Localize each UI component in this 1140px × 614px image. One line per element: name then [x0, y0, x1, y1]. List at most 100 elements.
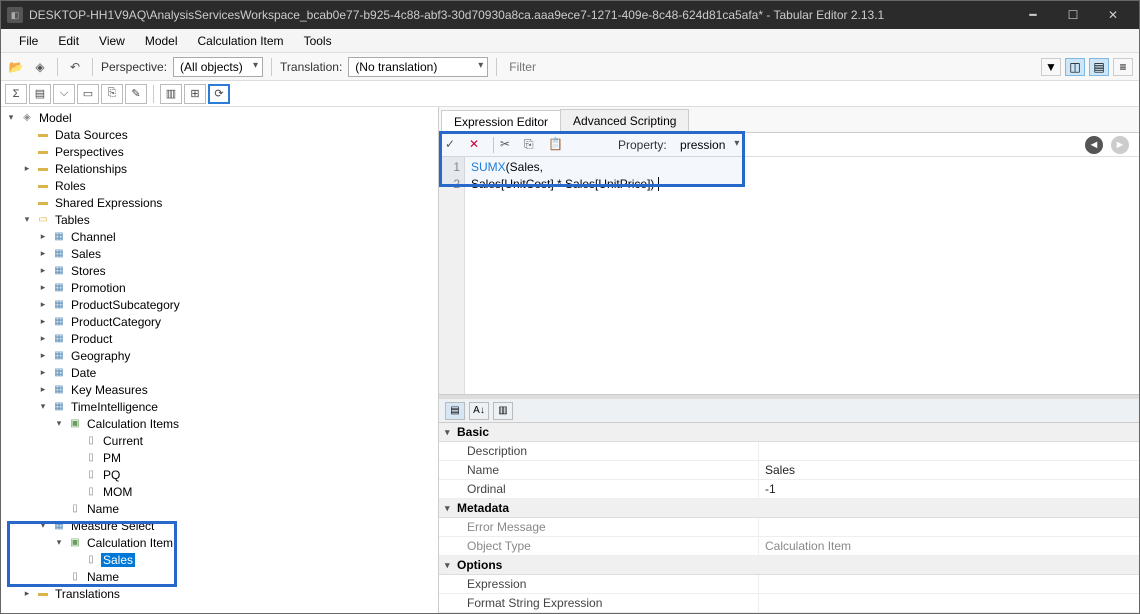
accept-icon[interactable]: ✓ — [445, 137, 463, 153]
perspective-label: Perspective: — [101, 60, 167, 74]
tab-advanced-scripting[interactable]: Advanced Scripting — [560, 109, 689, 132]
tree-datasources[interactable]: ▬Data Sources — [1, 126, 438, 143]
tree-calcitem-pq[interactable]: ▯PQ — [1, 466, 438, 483]
tree-table-sales[interactable]: ▸▦Sales — [1, 245, 438, 262]
view-detail-icon[interactable]: ▤ — [1089, 58, 1109, 76]
table-icon: ▦ — [51, 247, 67, 261]
view-side-icon[interactable]: ◫ — [1065, 58, 1085, 76]
code-content[interactable]: SUMX(Sales, Sales[UnitCost] * Sales[Unit… — [465, 157, 665, 394]
menu-calculation-item[interactable]: Calculation Item — [188, 31, 294, 51]
tree-roles[interactable]: ▬Roles — [1, 177, 438, 194]
tab-expression-editor[interactable]: Expression Editor — [441, 110, 561, 133]
tb-columns-icon[interactable]: ▥ — [160, 84, 182, 104]
prop-alpha-icon[interactable]: A↓ — [469, 402, 489, 420]
deploy-icon[interactable]: ◈ — [31, 58, 49, 76]
editor-tabs: Expression Editor Advanced Scripting — [439, 107, 1139, 133]
tree-name-col2[interactable]: ▯Name — [1, 568, 438, 585]
folder-icon: ▬ — [35, 179, 51, 193]
tree-table-timeintelligence[interactable]: ▾▦TimeIntelligence — [1, 398, 438, 415]
filter-icon[interactable]: ▼ — [1041, 58, 1061, 76]
nav-back-icon[interactable]: ◄ — [1085, 136, 1103, 154]
menu-file[interactable]: File — [9, 31, 48, 51]
tree-model[interactable]: ▾◈Model — [1, 109, 438, 126]
translation-label: Translation: — [280, 60, 342, 74]
prop-ordinal[interactable]: Ordinal-1 — [439, 480, 1139, 499]
tree-translations[interactable]: ▸▬Translations — [1, 585, 438, 602]
tree-sales-calcitem[interactable]: ▯Sales — [1, 551, 438, 568]
close-button[interactable]: ✕ — [1093, 1, 1133, 29]
prop-categorized-icon[interactable]: ▤ — [445, 402, 465, 420]
menu-edit[interactable]: Edit — [48, 31, 89, 51]
tree-measure-select[interactable]: ▾▦Measure Select — [1, 517, 438, 534]
nav-forward-icon[interactable]: ► — [1111, 136, 1129, 154]
tree-relationships[interactable]: ▸▬Relationships — [1, 160, 438, 177]
table-icon: ▦ — [51, 281, 67, 295]
prop-formatstr[interactable]: Format String Expression — [439, 594, 1139, 613]
table-icon: ▦ — [51, 332, 67, 346]
prop-expression[interactable]: Expression — [439, 575, 1139, 594]
tb-refresh-icon[interactable]: ⟳ — [208, 84, 230, 104]
prop-cat-basic[interactable]: ▾Basic — [439, 423, 1139, 442]
tree-calcitem-current[interactable]: ▯Current — [1, 432, 438, 449]
menu-view[interactable]: View — [89, 31, 135, 51]
prop-cat-options[interactable]: ▾Options — [439, 556, 1139, 575]
line-gutter: 12 — [439, 157, 465, 394]
tree-tables[interactable]: ▾▭Tables — [1, 211, 438, 228]
prop-objtype: Object TypeCalculation Item — [439, 537, 1139, 556]
tree-table-stores[interactable]: ▸▦Stores — [1, 262, 438, 279]
tree-table-geography[interactable]: ▸▦Geography — [1, 347, 438, 364]
paste-icon[interactable]: 📋 — [548, 137, 566, 153]
menu-model[interactable]: Model — [135, 31, 188, 51]
table-icon: ▦ — [51, 230, 67, 244]
tree-sharedexpr[interactable]: ▬Shared Expressions — [1, 194, 438, 211]
prop-description[interactable]: Description — [439, 442, 1139, 461]
code-editor[interactable]: 12 SUMX(Sales, Sales[UnitCost] * Sales[U… — [439, 157, 1139, 395]
tb-copy-icon[interactable]: ⎘ — [101, 84, 123, 104]
tb-list-icon[interactable]: ▤ — [29, 84, 51, 104]
table-icon: ▦ — [51, 298, 67, 312]
cut-icon[interactable]: ✂ — [500, 137, 518, 153]
tree-table-date[interactable]: ▸▦Date — [1, 364, 438, 381]
tree-table-product[interactable]: ▸▦Product — [1, 330, 438, 347]
tb-expand-icon[interactable]: ⊞ — [184, 84, 206, 104]
open-file-icon[interactable]: 📂 — [7, 58, 25, 76]
main-toolbar: 📂 ◈ ↶ Perspective: (All objects) Transla… — [1, 53, 1139, 81]
calc-item-icon: ▯ — [83, 451, 99, 465]
cancel-icon[interactable]: ✕ — [469, 137, 487, 153]
prop-name[interactable]: NameSales — [439, 461, 1139, 480]
tree-perspectives[interactable]: ▬Perspectives — [1, 143, 438, 160]
tree-table-channel[interactable]: ▸▦Channel — [1, 228, 438, 245]
tree-name-col[interactable]: ▯Name — [1, 500, 438, 517]
maximize-button[interactable]: ☐ — [1053, 1, 1093, 29]
tree-table-promotion[interactable]: ▸▦Promotion — [1, 279, 438, 296]
property-grid[interactable]: ▾Basic Description NameSales Ordinal-1 ▾… — [439, 423, 1139, 613]
table-icon: ▦ — [51, 264, 67, 278]
copy-icon[interactable]: ⎘ — [524, 137, 542, 153]
filter-input[interactable] — [505, 58, 1035, 76]
perspective-combo[interactable]: (All objects) — [173, 57, 263, 77]
tree-table-productcategory[interactable]: ▸▦ProductCategory — [1, 313, 438, 330]
tree-calcitems-folder[interactable]: ▾▣Calculation Items — [1, 415, 438, 432]
editor-toolbar: ✓ ✕ ✂ ⎘ 📋 Property: pression ◄ ► — [439, 133, 1139, 157]
tb-edit-icon[interactable]: ✎ — [125, 84, 147, 104]
window-title: DESKTOP-HH1V9AQ\AnalysisServicesWorkspac… — [29, 8, 1013, 22]
minimize-button[interactable]: ━ — [1013, 1, 1053, 29]
undo-icon[interactable]: ↶ — [66, 58, 84, 76]
view-list-icon[interactable]: ≡ — [1113, 58, 1133, 76]
tree-calcitem-mom[interactable]: ▯MOM — [1, 483, 438, 500]
tree-table-productsubcategory[interactable]: ▸▦ProductSubcategory — [1, 296, 438, 313]
property-combo[interactable]: pression — [676, 136, 741, 154]
tree-table-key measures[interactable]: ▸▦Key Measures — [1, 381, 438, 398]
cube-icon: ◈ — [19, 111, 35, 125]
tb-hierarchy-icon[interactable]: ⌵ — [53, 84, 75, 104]
tb-sigma-icon[interactable]: Σ — [5, 84, 27, 104]
prop-cat-metadata[interactable]: ▾Metadata — [439, 499, 1139, 518]
tree-calcitem-pm[interactable]: ▯PM — [1, 449, 438, 466]
translation-combo[interactable]: (No translation) — [348, 57, 488, 77]
menu-tools[interactable]: Tools — [294, 31, 342, 51]
prop-pages-icon[interactable]: ▥ — [493, 402, 513, 420]
tb-folder-icon[interactable]: ▭ — [77, 84, 99, 104]
tree-calcitem-folder2[interactable]: ▾▣Calculation Item — [1, 534, 438, 551]
model-tree[interactable]: ▾◈Model ▬Data Sources ▬Perspectives ▸▬Re… — [1, 107, 439, 613]
titlebar: ◧ DESKTOP-HH1V9AQ\AnalysisServicesWorksp… — [1, 1, 1139, 29]
